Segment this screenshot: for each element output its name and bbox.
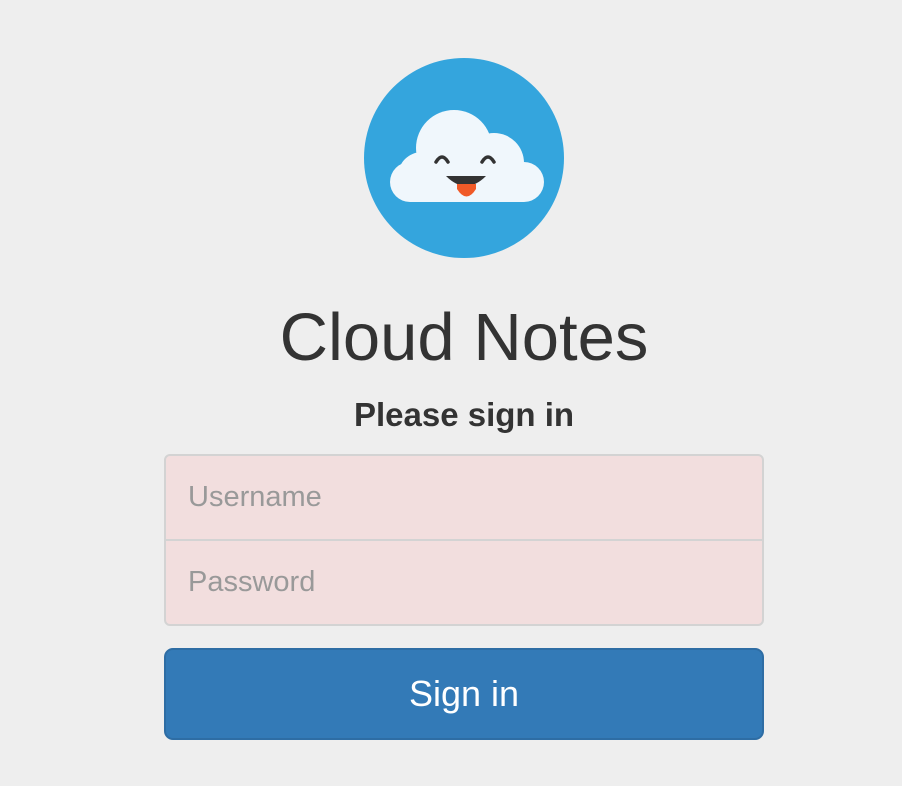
sign-in-form <box>164 454 764 626</box>
password-input[interactable] <box>164 539 764 626</box>
smiling-cloud-icon <box>364 58 564 258</box>
sign-in-button[interactable]: Sign in <box>164 648 764 740</box>
app-logo <box>364 58 564 258</box>
sign-in-heading: Please sign in <box>353 396 575 433</box>
app-title: Cloud Notes <box>279 300 649 375</box>
username-input[interactable] <box>164 454 764 541</box>
